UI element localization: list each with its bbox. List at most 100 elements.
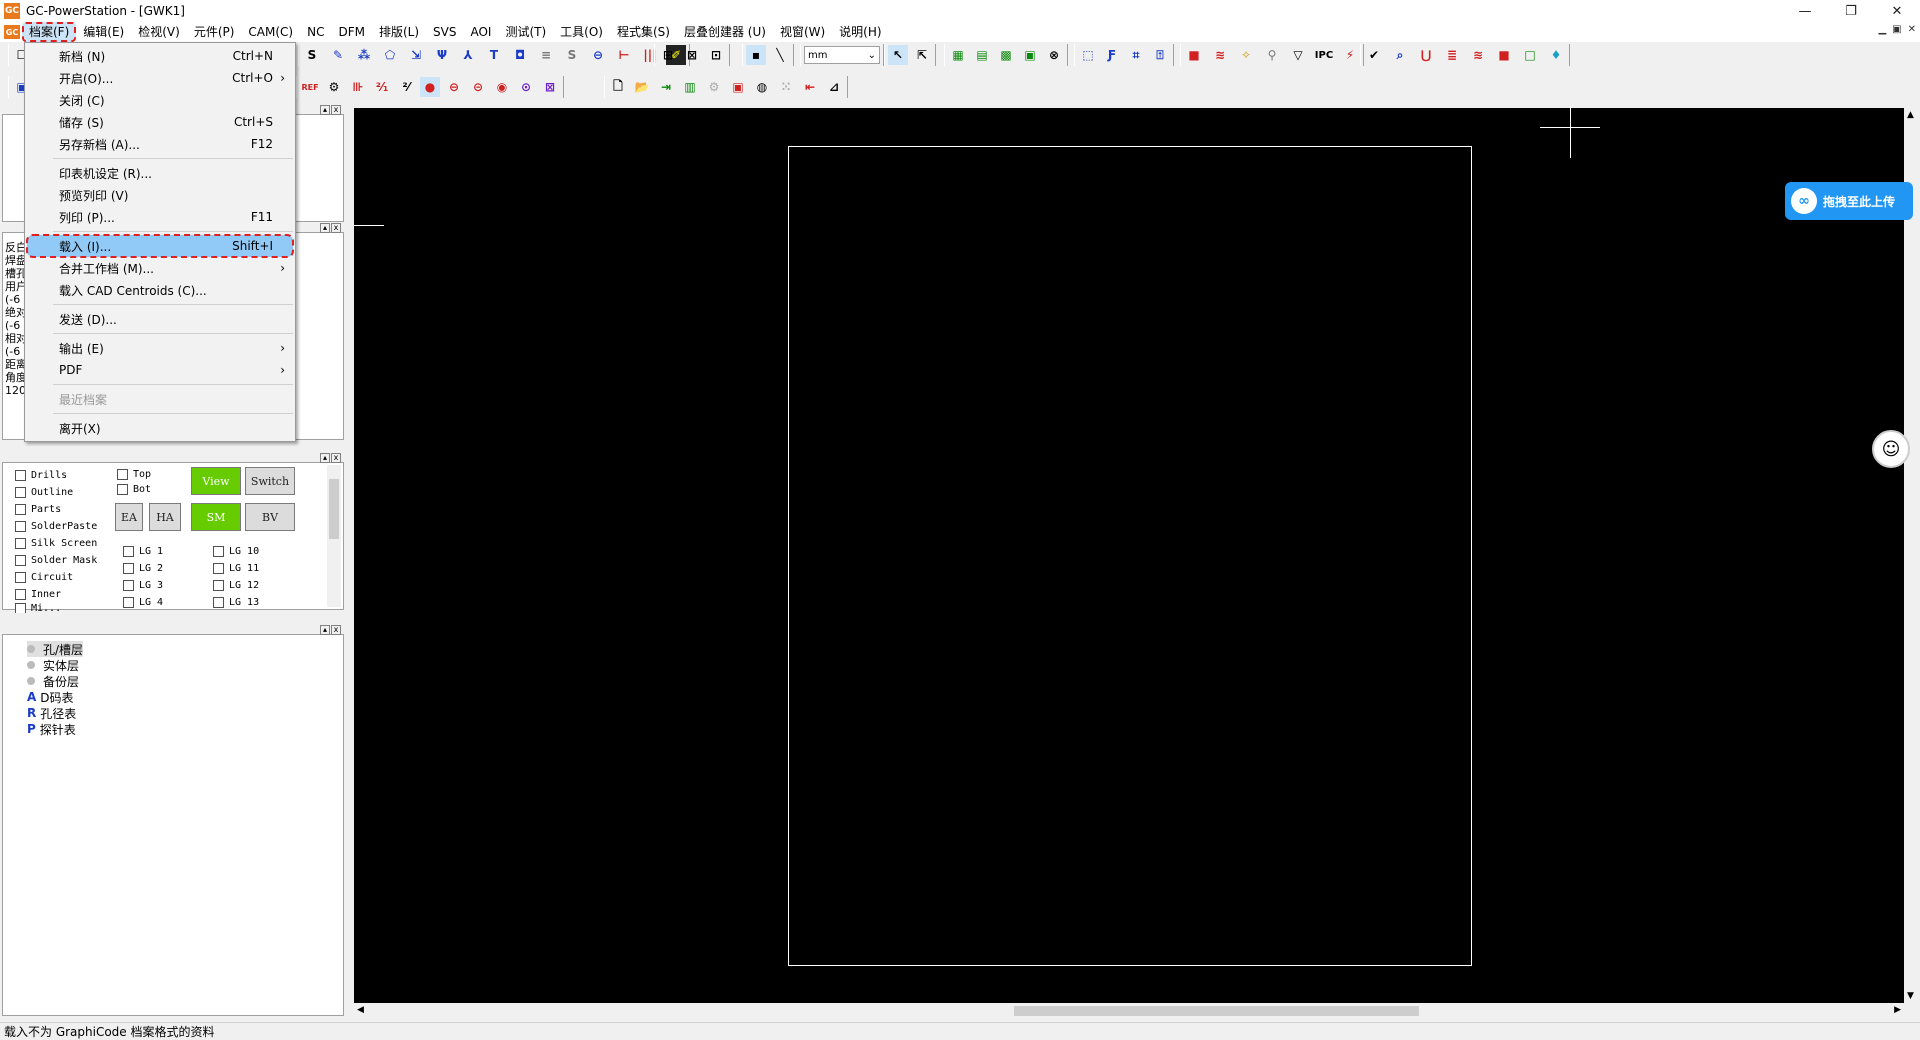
menu-programs[interactable]: 程式集(S) [610,22,677,42]
canvas-vertical-scrollbar[interactable]: ▲ ▼ [1904,108,1920,1003]
grid-2-icon[interactable]: ▤ [972,45,992,65]
pencil-icon[interactable]: ✎ [328,45,348,65]
snap-point-icon[interactable]: ▪ [746,45,766,65]
region-f-icon[interactable]: Ƒ [1102,45,1122,65]
drop-icon[interactable]: ♦ [1546,45,1566,65]
tree-item-drill-layer[interactable]: 孔/槽层 [27,641,84,657]
menu-help[interactable]: 说明(H) [832,22,888,42]
menu-item-merge[interactable]: 合并工作档 (M)... › [25,257,295,279]
gear-part-icon[interactable]: ⚙ [324,77,344,97]
menu-item-export[interactable]: 输出 (E) › [25,337,295,359]
minimize-button[interactable]: — [1782,0,1828,22]
menu-stackup[interactable]: 层叠创建器 (U) [677,22,773,42]
menu-cam[interactable]: CAM(C) [241,22,300,42]
horizontal-scroll-thumb[interactable] [1014,1006,1419,1016]
restore-button[interactable]: ❐ [1828,0,1874,22]
menu-svs[interactable]: SVS [426,22,463,42]
check-inner[interactable]: Inner [15,586,97,603]
menu-layout[interactable]: 排版(L) [372,22,426,42]
layers-icon[interactable]: ≣ [1442,45,1462,65]
menu-item-pdf[interactable]: PDF › [25,359,295,381]
menu-test[interactable]: 测试(T) [498,22,553,42]
zoom-window-icon[interactable]: ⊞ [658,45,678,65]
panel-pin-icon[interactable]: ▴ [320,105,330,115]
scatter-icon[interactable]: ⁙ [776,77,796,97]
menu-nc[interactable]: NC [300,22,331,42]
export-icon[interactable]: ⇤ [800,77,820,97]
ring-icon[interactable]: ⊖ [444,77,464,97]
scroll-up-icon[interactable]: ▲ [1907,110,1914,120]
grid-icon[interactable]: ▦ [948,45,968,65]
chip-icon[interactable]: ▩ [996,45,1016,65]
panel-close-icon[interactable]: x [331,625,341,635]
scroll-right-icon[interactable]: ▶ [1894,1005,1901,1015]
check-lg1[interactable]: LG 1 [123,543,163,560]
zoom-fit-icon[interactable]: ⊠ [682,45,702,65]
wand-icon[interactable]: ✧ [1236,45,1256,65]
menu-item-printer-setup[interactable]: 印表机设定 (R)... [25,162,295,184]
square-pad-icon[interactable]: ◘ [510,45,530,65]
check-lg13[interactable]: LG 13 [213,594,259,611]
layers-2-icon[interactable]: ≋ [1468,45,1488,65]
check-circuit[interactable]: Circuit [15,569,97,586]
import-icon[interactable]: ⇥ [656,77,676,97]
menu-item-open[interactable]: 开启(O)... Ctrl+O › [25,67,295,89]
sm-button[interactable]: SM [191,503,241,531]
ha-button[interactable]: HA [149,503,181,531]
fork-icon[interactable]: ⅄ [458,45,478,65]
branch-icon[interactable]: Ψ [432,45,452,65]
globe-icon[interactable]: ◍ [752,77,772,97]
menu-item-exit[interactable]: 离开(X) [25,417,295,439]
ref-icon[interactable]: REF [300,77,320,97]
graph-icon[interactable]: ⊿ [824,77,844,97]
menu-item-save[interactable]: 储存 (S) Ctrl+S [25,111,295,133]
pcb-canvas[interactable] [354,106,1904,1003]
panel-close-icon[interactable]: x [331,453,341,463]
red-dot-icon[interactable]: ● [420,77,440,97]
check-drills[interactable]: Drills [15,467,97,484]
gear-gray-icon[interactable]: ⚙ [704,77,724,97]
doc-icon[interactable]: 🗋 [608,77,628,97]
green-square-icon[interactable]: □ [1520,45,1540,65]
filter-icon[interactable]: ▽ [1288,45,1308,65]
dimension-icon[interactable]: ⊢ [614,45,634,65]
layers-scroll-thumb[interactable] [329,479,339,539]
menu-item-import[interactable]: 载入 (I)... Shift+I [26,234,294,258]
menu-item-print-preview[interactable]: 预览列印 (V) [25,184,295,206]
region-icon[interactable]: ⬚ [1078,45,1098,65]
check-soldermask[interactable]: Solder Mask [15,552,97,569]
menu-edit[interactable]: 编辑(E) [76,22,131,42]
node-icon[interactable]: ⁂ [354,45,374,65]
check-outline[interactable]: Outline [15,484,97,501]
board-icon[interactable]: ▣ [1020,45,1040,65]
panel-pin-icon[interactable]: ▴ [320,453,330,463]
units-select[interactable]: mm ⌄ [804,46,880,64]
ring-3-icon[interactable]: ◉ [492,77,512,97]
switch-button[interactable]: Switch [245,467,295,495]
mdi-close-icon[interactable]: ✕ [1908,24,1916,35]
lines-icon[interactable]: ≡ [536,45,556,65]
check-top[interactable]: Top [117,467,151,482]
mdi-restore-icon[interactable]: ▣ [1892,24,1901,35]
menu-item-save-as[interactable]: 另存新档 (A)... F12 [25,133,295,155]
check-parts[interactable]: Parts [15,501,97,518]
tree-item-backup-layer[interactable]: 备份层 [27,673,79,689]
capsule-icon[interactable]: ⊙ [516,77,536,97]
text-tool-icon[interactable]: T [484,45,504,65]
check-lg12[interactable]: LG 12 [213,577,259,594]
menu-item-import-centroids[interactable]: 载入 CAD Centroids (C)... [25,279,295,301]
frame-icon[interactable]: ⊠ [540,77,560,97]
menu-item-send[interactable]: 发送 (D)... [25,308,295,330]
panel-close-icon[interactable]: x [331,105,341,115]
bv-button[interactable]: BV [245,503,295,531]
brush-icon[interactable]: ⚲ [1262,45,1282,65]
menu-aoi[interactable]: AOI [463,22,498,42]
scroll-down-icon[interactable]: ▼ [1907,991,1914,1001]
magnet-icon[interactable]: ⋃ [1416,45,1436,65]
check-lg4[interactable]: LG 4 [123,594,163,611]
region-fill-icon[interactable]: ⍐ [1150,45,1170,65]
ring-2-icon[interactable]: ⊝ [468,77,488,97]
zoom-all-icon[interactable]: ⊡ [706,45,726,65]
search-check-icon[interactable]: ⌕ [1390,45,1410,65]
s-gray-icon[interactable]: S [562,45,582,65]
